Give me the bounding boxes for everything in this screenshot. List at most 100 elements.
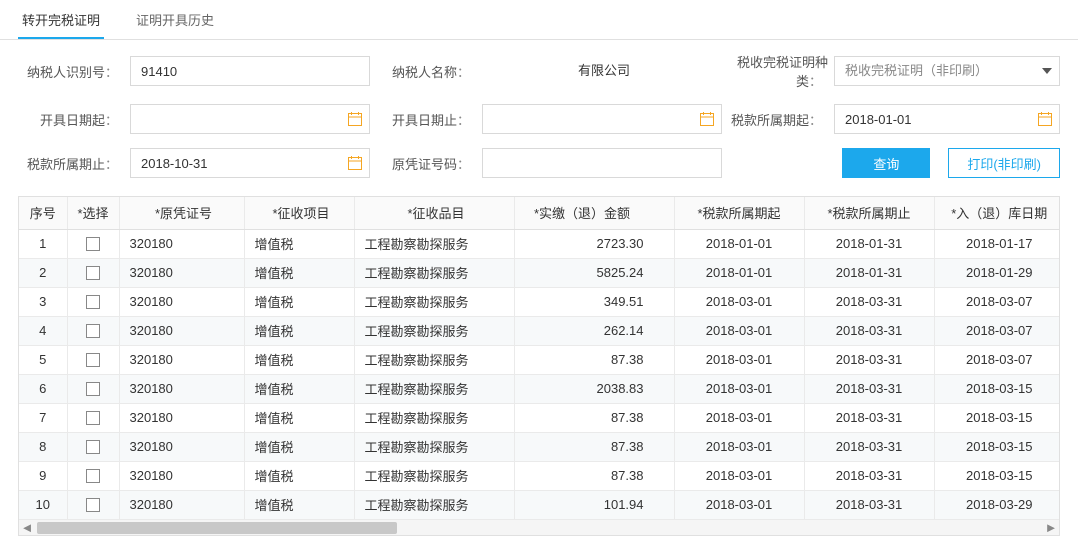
- checkbox-icon[interactable]: [86, 411, 100, 425]
- checkbox-icon[interactable]: [86, 382, 100, 396]
- cell-voucher: 320180: [119, 403, 244, 432]
- table-row[interactable]: 5320180增值税工程勘察勘探服务87.382018-03-012018-03…: [19, 345, 1060, 374]
- scroll-left-icon[interactable]: ◄: [19, 520, 35, 535]
- cell-select[interactable]: [67, 345, 119, 374]
- col-amount[interactable]: *实缴（退）金额: [514, 197, 674, 229]
- cell-taxtype: 增值税: [244, 229, 354, 258]
- cell-taxtype: 增值税: [244, 403, 354, 432]
- cell-select[interactable]: [67, 229, 119, 258]
- cell-storage-date: 2018-01-29: [934, 258, 1060, 287]
- cell-seq: 1: [19, 229, 67, 258]
- orig-voucher-input[interactable]: [482, 148, 722, 178]
- cell-select[interactable]: [67, 374, 119, 403]
- cell-seq: 7: [19, 403, 67, 432]
- checkbox-icon[interactable]: [86, 440, 100, 454]
- cell-period-start: 2018-03-01: [674, 432, 804, 461]
- cell-storage-date: 2018-03-29: [934, 490, 1060, 519]
- cell-period-end: 2018-03-31: [804, 461, 934, 490]
- tab-issue-cert[interactable]: 转开完税证明: [18, 0, 104, 39]
- label-orig-voucher: 原凭证号码: [392, 157, 457, 172]
- cell-item: 工程勘察勘探服务: [354, 229, 514, 258]
- col-storage-date[interactable]: *入（退）库日期: [934, 197, 1060, 229]
- cell-seq: 8: [19, 432, 67, 461]
- table-row[interactable]: 10320180增值税工程勘察勘探服务101.942018-03-012018-…: [19, 490, 1060, 519]
- cell-period-start: 2018-03-01: [674, 287, 804, 316]
- cell-seq: 6: [19, 374, 67, 403]
- checkbox-icon[interactable]: [86, 324, 100, 338]
- cell-taxtype: 增值税: [244, 258, 354, 287]
- cell-seq: 5: [19, 345, 67, 374]
- col-taxtype[interactable]: *征收项目: [244, 197, 354, 229]
- cell-select[interactable]: [67, 403, 119, 432]
- col-voucher[interactable]: *原凭证号: [119, 197, 244, 229]
- cell-select[interactable]: [67, 316, 119, 345]
- cell-taxtype: 增值税: [244, 374, 354, 403]
- label-issue-to: 开具日期止: [392, 113, 457, 128]
- cell-select[interactable]: [67, 287, 119, 316]
- cell-seq: 3: [19, 287, 67, 316]
- table-row[interactable]: 4320180增值税工程勘察勘探服务262.142018-03-012018-0…: [19, 316, 1060, 345]
- table-row[interactable]: 7320180增值税工程勘察勘探服务87.382018-03-012018-03…: [19, 403, 1060, 432]
- table-row[interactable]: 8320180增值税工程勘察勘探服务87.382018-03-012018-03…: [19, 432, 1060, 461]
- cell-period-start: 2018-03-01: [674, 316, 804, 345]
- tax-period-to-input[interactable]: [130, 148, 370, 178]
- label-taxpayer-id: 纳税人识别号: [27, 65, 105, 80]
- cell-voucher: 320180: [119, 258, 244, 287]
- checkbox-icon[interactable]: [86, 295, 100, 309]
- cell-period-end: 2018-03-31: [804, 432, 934, 461]
- cell-seq: 10: [19, 490, 67, 519]
- scroll-right-icon[interactable]: ►: [1043, 520, 1059, 535]
- cell-select[interactable]: [67, 258, 119, 287]
- cell-taxtype: 增值税: [244, 432, 354, 461]
- col-seq[interactable]: 序号: [19, 197, 67, 229]
- filter-form: 纳税人识别号： 纳税人名称： 有限公司 税收完税证明种类： 税收完税证明（非印刷…: [0, 40, 1078, 196]
- col-period-end[interactable]: *税款所属期止: [804, 197, 934, 229]
- table-row[interactable]: 2320180增值税工程勘察勘探服务5825.242018-01-012018-…: [19, 258, 1060, 287]
- checkbox-icon[interactable]: [86, 353, 100, 367]
- cell-select[interactable]: [67, 461, 119, 490]
- cell-item: 工程勘察勘探服务: [354, 490, 514, 519]
- table-row[interactable]: 3320180增值税工程勘察勘探服务349.512018-03-012018-0…: [19, 287, 1060, 316]
- cell-voucher: 320180: [119, 461, 244, 490]
- cell-amount: 2038.83: [514, 374, 674, 403]
- horizontal-scrollbar[interactable]: ◄ ►: [18, 520, 1060, 536]
- cell-amount: 2723.30: [514, 229, 674, 258]
- tax-period-from-input[interactable]: [834, 104, 1060, 134]
- col-select[interactable]: *选择: [67, 197, 119, 229]
- print-button[interactable]: 打印(非印刷): [948, 148, 1060, 178]
- cell-period-start: 2018-01-01: [674, 229, 804, 258]
- cell-period-end: 2018-03-31: [804, 403, 934, 432]
- scrollbar-thumb[interactable]: [37, 522, 397, 534]
- cell-storage-date: 2018-01-17: [934, 229, 1060, 258]
- cell-voucher: 320180: [119, 374, 244, 403]
- issue-date-to-input[interactable]: [482, 104, 722, 134]
- col-item[interactable]: *征收品目: [354, 197, 514, 229]
- cell-select[interactable]: [67, 490, 119, 519]
- cell-period-start: 2018-03-01: [674, 490, 804, 519]
- label-taxpayer-name: 纳税人名称: [392, 65, 457, 80]
- query-button[interactable]: 查询: [842, 148, 930, 178]
- cell-storage-date: 2018-03-07: [934, 287, 1060, 316]
- cell-item: 工程勘察勘探服务: [354, 403, 514, 432]
- cell-voucher: 320180: [119, 229, 244, 258]
- taxpayer-id-input[interactable]: [130, 56, 370, 86]
- cell-seq: 2: [19, 258, 67, 287]
- cell-period-end: 2018-03-31: [804, 374, 934, 403]
- table-row[interactable]: 1320180增值税工程勘察勘探服务2723.302018-01-012018-…: [19, 229, 1060, 258]
- label-issue-from: 开具日期起: [40, 113, 105, 128]
- checkbox-icon[interactable]: [86, 266, 100, 280]
- tab-history[interactable]: 证明开具历史: [132, 0, 218, 39]
- cell-select[interactable]: [67, 432, 119, 461]
- cell-item: 工程勘察勘探服务: [354, 461, 514, 490]
- table-row[interactable]: 9320180增值税工程勘察勘探服务87.382018-03-012018-03…: [19, 461, 1060, 490]
- col-period-start[interactable]: *税款所属期起: [674, 197, 804, 229]
- results-table: 序号 *选择 *原凭证号 *征收项目 *征收品目 *实缴（退）金额 *税款所属期…: [18, 196, 1060, 520]
- checkbox-icon[interactable]: [86, 498, 100, 512]
- table-row[interactable]: 6320180增值税工程勘察勘探服务2038.832018-03-012018-…: [19, 374, 1060, 403]
- cell-period-end: 2018-01-31: [804, 229, 934, 258]
- checkbox-icon[interactable]: [86, 469, 100, 483]
- cert-type-select[interactable]: 税收完税证明（非印刷）: [834, 56, 1060, 86]
- issue-date-from-input[interactable]: [130, 104, 370, 134]
- cell-seq: 9: [19, 461, 67, 490]
- checkbox-icon[interactable]: [86, 237, 100, 251]
